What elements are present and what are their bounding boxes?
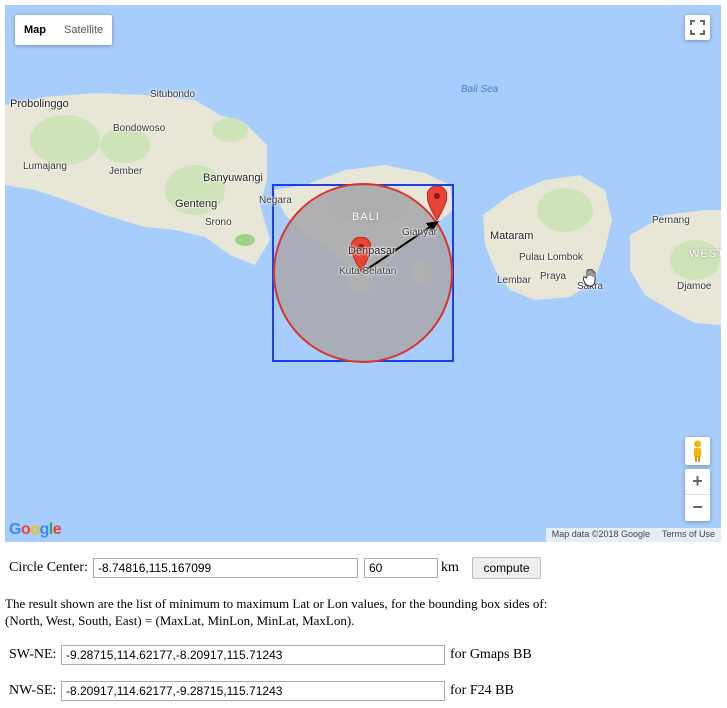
label-jember: Jember [109,166,143,177]
map-viewport[interactable]: Probolinggo Situbondo Bondowoso Lumajang… [5,5,721,542]
label-praya: Praya [540,271,567,282]
map-data-text: Map data ©2018 Google [551,529,650,539]
label-lumajang: Lumajang [23,161,67,172]
compute-button[interactable]: compute [472,557,541,579]
label-kuta-selatan: Kuta Selatan [339,266,397,277]
label-probolinggo: Probolinggo [10,98,69,110]
edge-marker-icon[interactable] [427,186,447,222]
fullscreen-button[interactable] [685,15,710,40]
swne-output[interactable]: -9.28715,114.62177,-8.20917,115.71243 [61,645,445,665]
label-situbondo: Situbondo [150,89,196,100]
description-line-2: (North, West, South, East) = (MaxLat, Mi… [5,613,355,628]
map-type-satellite-button[interactable]: Satellite [55,15,112,45]
description-line-1: The result shown are the list of minimum… [5,596,548,611]
circle-center-label: Circle Center: [9,560,88,575]
circle-center-input[interactable]: -8.74816,115.167099 [93,558,358,578]
zoom-control: + − [685,469,710,521]
unit-label: km [441,560,459,575]
label-bondowoso: Bondowoso [113,123,166,134]
label-pernang: Pernang [652,215,690,226]
label-west: WEST [689,248,721,260]
hand-cursor-icon [583,269,596,287]
terms-of-use-link[interactable]: Terms of Use [656,528,721,542]
nwse-suffix: for F24 BB [450,683,514,698]
street-view-pegman-button[interactable] [685,437,710,465]
label-negara: Negara [259,195,292,206]
fullscreen-icon [690,20,705,35]
swne-suffix: for Gmaps BB [450,647,532,662]
pegman-icon [694,440,701,462]
label-denpasar: Denpasar [348,245,396,257]
nwse-label: NW-SE: [9,683,57,698]
swne-label: SW-NE: [9,647,57,662]
radius-input[interactable]: 60 [364,558,438,578]
label-djamoe: Djamoe [677,281,712,292]
google-logo[interactable]: Google [9,521,62,539]
label-banyuwangi: Banyuwangi [203,172,263,184]
label-pulau-lombok: Pulau Lombok [519,252,583,263]
label-mataram: Mataram [490,230,534,242]
label-bali: BALI [352,211,380,223]
label-gianyar: Gianyar [402,227,438,238]
map-attribution: Map data ©2018 Google Terms of Use [545,528,721,542]
zoom-out-button[interactable]: − [685,495,710,520]
nwse-output[interactable]: -8.20917,114.62177,-9.28715,115.71243 [61,681,445,701]
label-genteng: Genteng [175,198,218,210]
map-type-map-button[interactable]: Map [15,15,55,45]
zoom-in-button[interactable]: + [685,469,710,495]
label-srono: Srono [205,217,232,228]
label-bali-sea: Bali Sea [461,84,499,95]
map-type-control: Map Satellite [15,15,113,45]
label-lembar: Lembar [497,275,531,286]
